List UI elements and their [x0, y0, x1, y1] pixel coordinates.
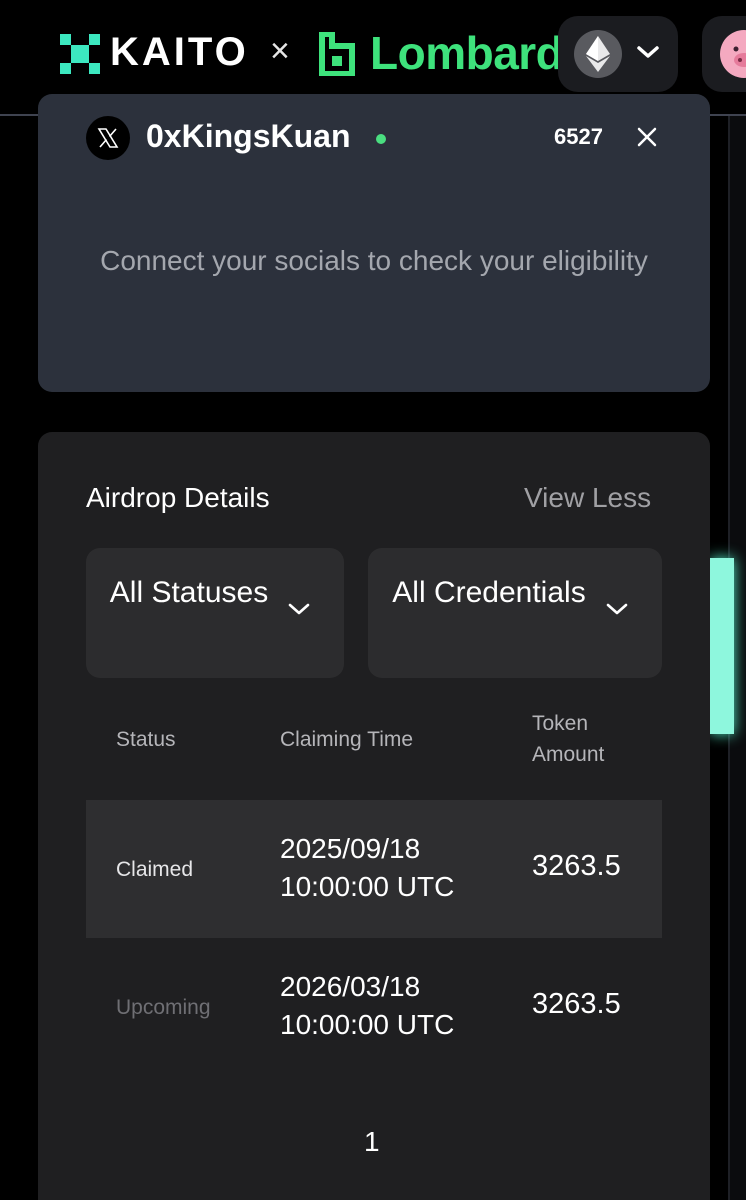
close-icon[interactable] [636, 126, 658, 148]
airdrop-details-card: Airdrop Details View Less All Statuses A… [38, 432, 710, 1200]
column-header-claiming-time: Claiming Time [280, 728, 414, 751]
avatar [720, 30, 746, 78]
glow-accent [710, 558, 734, 734]
chevron-down-icon [606, 603, 628, 615]
table-row: Claimed 2025/09/18 10:00:00 UTC 3263.5 [86, 800, 662, 938]
x-icon [86, 116, 130, 160]
lombard-wordmark: Lombard [370, 27, 564, 79]
profile-button[interactable] [702, 16, 746, 92]
lombard-logo-icon [319, 32, 355, 76]
credentials-filter-dropdown[interactable]: All Credentials [368, 548, 662, 678]
connect-socials-message: Connect your socials to check your eligi… [100, 245, 648, 276]
row-time: 10:00:00 UTC [280, 1009, 455, 1040]
chevron-down-icon [288, 603, 310, 615]
chevron-down-icon [637, 46, 659, 58]
row-time: 10:00:00 UTC [280, 871, 455, 902]
status-filter-dropdown[interactable]: All Statuses [86, 548, 344, 678]
row-token-amount: 3263.5 [532, 850, 621, 882]
row-claiming-time: 2026/03/18 10:00:00 UTC [280, 968, 520, 1044]
social-connect-card: 0xKingsKuan 6527 Connect your socials to… [38, 94, 710, 392]
airdrop-title: Airdrop Details [86, 482, 270, 513]
collab-separator: × [270, 32, 290, 70]
row-token-amount: 3263.5 [532, 988, 621, 1020]
row-status: Upcoming [116, 996, 211, 1019]
column-header-status: Status [116, 728, 176, 751]
row-date: 2025/09/18 [280, 833, 421, 864]
row-date: 2026/03/18 [280, 971, 421, 1002]
kaito-wordmark: KAITO [110, 30, 249, 74]
credentials-filter-label: All Credentials [392, 576, 586, 609]
chain-selector[interactable] [558, 16, 678, 92]
row-status: Claimed [116, 858, 194, 881]
column-header-token-amount: Token Amount [532, 712, 605, 766]
pagination-page-1[interactable]: 1 [364, 1126, 380, 1158]
page: KAITO × Lombard 0xKingsKuan 6527 Connect… [0, 0, 746, 1200]
status-filter-label: All Statuses [109, 576, 269, 609]
kaito-logo-icon [60, 34, 100, 74]
online-status-dot [376, 134, 386, 144]
user-score: 6527 [554, 124, 603, 149]
view-less-link[interactable]: View Less [524, 482, 651, 514]
table-row: Upcoming 2026/03/18 10:00:00 UTC 3263.5 [86, 938, 662, 1076]
row-claiming-time: 2025/09/18 10:00:00 UTC [280, 830, 520, 906]
username: 0xKingsKuan [146, 118, 351, 154]
ethereum-icon [574, 30, 622, 78]
